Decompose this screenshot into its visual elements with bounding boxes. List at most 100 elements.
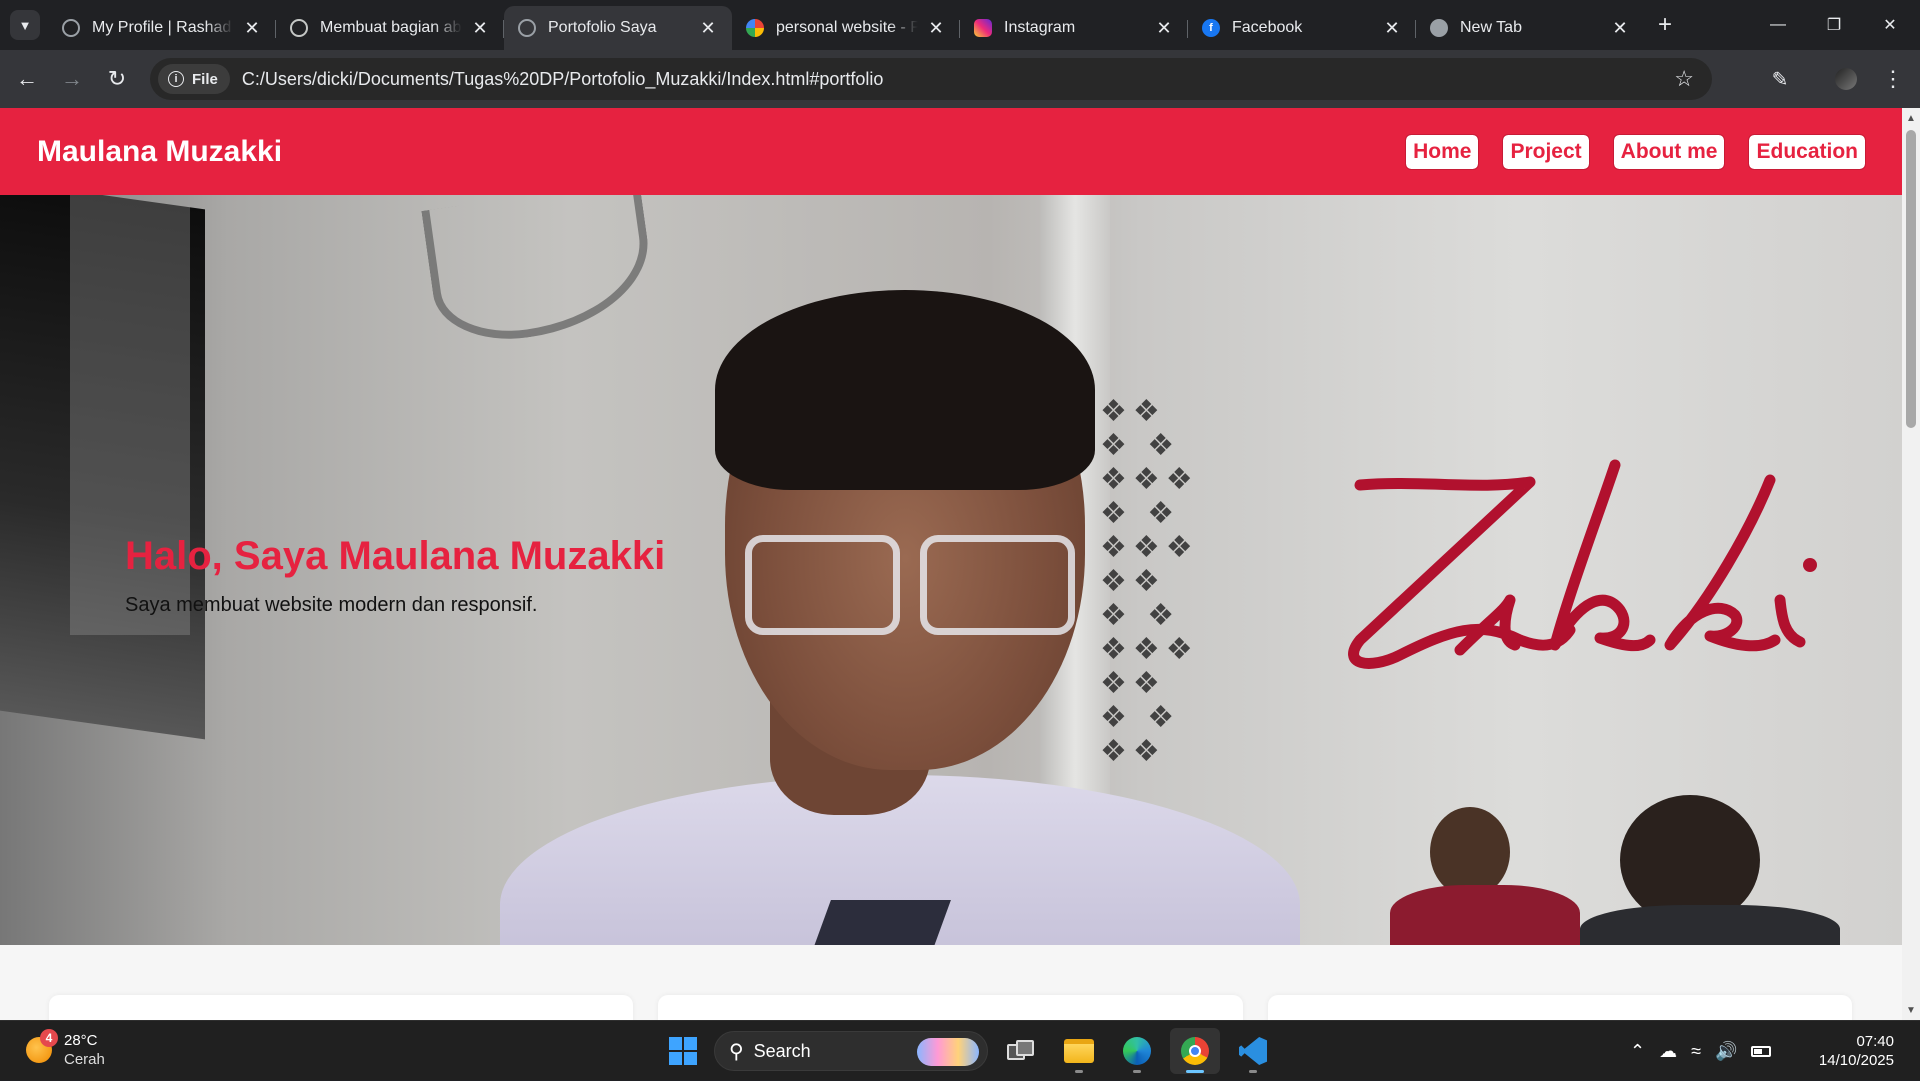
hero-subtitle: Saya membuat website modern dan responsi… (125, 594, 538, 616)
address-bar[interactable]: i File C:/Users/dicki/Documents/Tugas%20… (150, 58, 1712, 100)
more-vert-icon: ⋮ (1882, 66, 1904, 91)
info-icon: i (168, 71, 184, 87)
site-info-chip[interactable]: i File (158, 64, 230, 94)
page-scrollbar[interactable]: ▲ ▼ (1902, 108, 1920, 1020)
back-button[interactable]: ← (10, 62, 44, 96)
start-button[interactable] (660, 1028, 706, 1074)
nav-project-link[interactable]: Project (1502, 133, 1590, 170)
star-icon[interactable]: ☆ (1674, 66, 1694, 92)
person-hair (715, 290, 1095, 490)
site-brand[interactable]: Maulana Muzakki (37, 135, 282, 169)
nav-home-link[interactable]: Home (1405, 133, 1480, 170)
weather-temp: 28°C (64, 1032, 98, 1049)
scroll-up-arrow-icon[interactable]: ▲ (1905, 112, 1917, 124)
chevron-up-icon[interactable]: ⌃ (1630, 1041, 1645, 1062)
tab-facebook[interactable]: f Facebook ✕ (1188, 6, 1416, 50)
instagram-icon (974, 19, 992, 37)
wifi-icon[interactable]: ≈ (1691, 1041, 1701, 1062)
browser-toolbar: ← → ↻ i File C:/Users/dicki/Documents/Tu… (0, 50, 1920, 108)
tab-my-profile[interactable]: My Profile | Rashad F ✕ (48, 6, 276, 50)
butterfly-decor: ❖❖ ❖ ❖ ❖❖❖ ❖ ❖ ❖❖❖ ❖❖ ❖ ❖ ❖❖❖ ❖❖ ❖ ❖ ❖❖ (1100, 395, 1199, 768)
system-tray: ⌃ ☁ ≈ 🔊 (1630, 1021, 1772, 1081)
chrome-icon (1430, 19, 1448, 37)
globe-icon (62, 19, 80, 37)
scrollbar-thumb[interactable] (1906, 130, 1916, 428)
battery-icon[interactable] (1751, 1045, 1772, 1057)
minimize-button[interactable]: — (1750, 0, 1806, 50)
notification-badge: 4 (40, 1029, 58, 1047)
arrow-left-icon: ← (16, 66, 38, 91)
close-icon[interactable]: ✕ (242, 18, 262, 38)
scroll-down-arrow-icon[interactable]: ▼ (1905, 1004, 1917, 1016)
volume-icon[interactable]: 🔊 (1715, 1041, 1737, 1062)
url-text[interactable]: C:/Users/dicki/Documents/Tugas%20DP/Port… (242, 69, 884, 90)
tab-instagram[interactable]: Instagram ✕ (960, 6, 1188, 50)
hero-title: Halo, Saya Maulana Muzakki (125, 534, 666, 578)
close-icon[interactable]: ✕ (926, 18, 946, 38)
task-view-button[interactable] (996, 1028, 1046, 1074)
vscode-icon (1239, 1037, 1267, 1065)
search-icon: ⚲ (729, 1040, 744, 1063)
restore-button[interactable]: ❐ (1806, 0, 1862, 50)
reload-icon: ↻ (107, 66, 127, 91)
facebook-icon: f (1202, 19, 1220, 37)
clock-time: 07:40 (1856, 1033, 1894, 1050)
hero-section: ❖❖❖ ❖❖❖❖❖ ❖❖❖❖❖❖❖ ❖❖❖❖❖❖❖ ❖❖❖ (0, 195, 1902, 945)
nav-education-link[interactable]: Education (1748, 133, 1866, 170)
search-highlight-art (917, 1038, 979, 1066)
close-icon[interactable]: ✕ (470, 18, 490, 38)
chatgpt-icon (290, 19, 308, 37)
weather-widget[interactable]: 4 28°C Cerah (26, 1029, 105, 1069)
reload-button[interactable]: ↻ (100, 62, 134, 96)
vscode-button[interactable] (1228, 1028, 1278, 1074)
taskbar-search[interactable]: ⚲ Search (714, 1031, 988, 1071)
profile-button[interactable] (1829, 62, 1863, 96)
chevron-down-icon: ▼ (18, 17, 32, 33)
restore-icon: ❐ (1826, 17, 1842, 34)
tab-title: Portofolio Saya (548, 19, 657, 36)
tab-membuat-bagian[interactable]: Membuat bagian abo ✕ (276, 6, 504, 50)
project-card[interactable] (1267, 995, 1852, 1020)
cloud-icon[interactable]: ☁ (1659, 1041, 1677, 1062)
close-icon[interactable]: ✕ (698, 18, 718, 38)
plus-icon: + (1657, 11, 1672, 38)
chrome-button[interactable] (1170, 1028, 1220, 1074)
forward-button[interactable]: → (55, 62, 89, 96)
extensions-button[interactable]: ✎ (1763, 62, 1797, 96)
google-icon (746, 19, 764, 37)
tab-new-tab[interactable]: New Tab ✕ (1416, 6, 1644, 50)
close-icon[interactable]: ✕ (1154, 18, 1174, 38)
project-cards (49, 995, 1852, 1020)
taskbar-apps: ⚲ Search (660, 1028, 1278, 1074)
tab-title: New Tab (1460, 19, 1522, 36)
tab-title: Instagram (1004, 19, 1076, 36)
folder-icon (1064, 1039, 1094, 1063)
new-tab-button[interactable]: + (1650, 10, 1680, 40)
project-card[interactable] (658, 995, 1243, 1020)
close-icon[interactable]: ✕ (1382, 18, 1402, 38)
close-window-button[interactable]: ✕ (1862, 0, 1918, 50)
sun-icon: 4 (26, 1029, 58, 1063)
tab-title: My Profile | Rashad F (92, 19, 234, 36)
nav-links: Home Project About me Education (1405, 133, 1866, 170)
tab-portofolio-saya[interactable]: Portofolio Saya ✕ (504, 6, 732, 50)
file-explorer-button[interactable] (1054, 1028, 1104, 1074)
page-viewport: Maulana Muzakki Home Project About me Ed… (0, 108, 1902, 1020)
edge-button[interactable] (1112, 1028, 1162, 1074)
nav-about-link[interactable]: About me (1612, 133, 1726, 170)
project-card[interactable] (49, 995, 634, 1020)
puzzle-icon: ✎ (1771, 68, 1789, 91)
close-icon: ✕ (1883, 17, 1897, 34)
tab-personal-website[interactable]: personal website - Pa ✕ (732, 6, 960, 50)
edge-icon (1123, 1037, 1151, 1065)
tab-strip: ▼ My Profile | Rashad F ✕ Membuat bagian… (0, 0, 1920, 50)
clock[interactable]: 07:40 14/10/2025 (1819, 1032, 1894, 1070)
tab-search-button[interactable]: ▼ (10, 10, 40, 40)
close-icon[interactable]: ✕ (1610, 18, 1630, 38)
tab-title: Facebook (1232, 19, 1303, 36)
weather-condition: Cerah (64, 1051, 105, 1068)
menu-button[interactable]: ⋮ (1876, 62, 1910, 96)
chrome-icon (1181, 1037, 1209, 1065)
wall-logo-shape (421, 195, 659, 350)
tab-title: personal website - Pa (776, 19, 918, 36)
